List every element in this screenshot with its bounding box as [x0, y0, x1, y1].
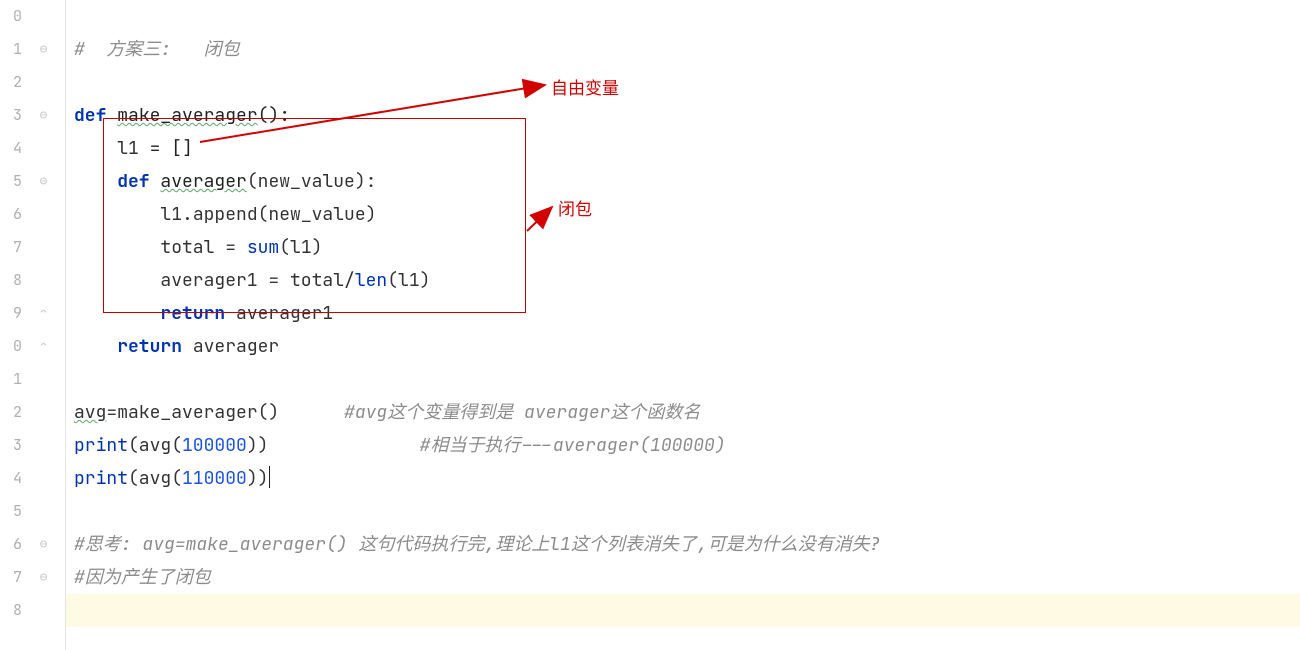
method-call: .append(new_value) — [182, 203, 376, 226]
comment-text: #因为产生了闭包 — [74, 566, 211, 589]
code-line[interactable] — [74, 363, 1300, 396]
var-name: avg — [74, 401, 106, 424]
line-number: 5 — [0, 495, 22, 528]
operator: = — [106, 401, 117, 424]
call-close: )) — [247, 434, 269, 457]
code-line[interactable]: avg=make_averager() #avg这个变量得到是 averager… — [74, 396, 1300, 429]
line-number: 6 — [0, 198, 22, 231]
comment-text: # 方案三: 闭包 — [74, 38, 240, 61]
keyword-def: def — [117, 170, 149, 193]
fold-collapse-icon[interactable]: ⊖ — [37, 537, 50, 550]
code-line[interactable] — [74, 66, 1300, 99]
var-name: averager1 — [160, 269, 257, 292]
comment-text: #avg这个变量得到是 averager这个函数名 — [344, 401, 700, 424]
operator: = — [214, 236, 246, 259]
fold-gutter: ⊖ ⊖ ⊖ ⌃ ⌃ ⊖ ⊖ — [22, 0, 66, 650]
keyword-return: return — [160, 302, 225, 325]
line-number: 7 — [0, 231, 22, 264]
comment-text: #思考: avg=make_averager() 这句代码执行完,理论上l1这个… — [74, 533, 880, 556]
code-line[interactable]: averager1 = total/len(l1) — [74, 264, 1300, 297]
line-number: 6 — [0, 528, 22, 561]
line-number-gutter: 0 1 2 3 4 5 6 7 8 9 0 1 2 3 4 5 6 7 8 — [0, 0, 22, 650]
builtin-len: len — [355, 269, 387, 292]
line-number: 8 — [0, 264, 22, 297]
fold-collapse-icon[interactable]: ⊖ — [37, 570, 50, 583]
builtin-sum: sum — [247, 236, 279, 259]
code-editor[interactable]: 0 1 2 3 4 5 6 7 8 9 0 1 2 3 4 5 6 7 8 ⊖ … — [0, 0, 1300, 650]
line-number: 1 — [0, 33, 22, 66]
line-number: 2 — [0, 396, 22, 429]
call-args: (l1) — [279, 236, 322, 259]
line-number: 4 — [0, 462, 22, 495]
fold-collapse-icon[interactable]: ⊖ — [37, 174, 50, 187]
line-number: 0 — [0, 0, 22, 33]
code-line[interactable]: #思考: avg=make_averager() 这句代码执行完,理论上l1这个… — [74, 528, 1300, 561]
fold-collapse-icon[interactable]: ⊖ — [37, 42, 50, 55]
line-number: 7 — [0, 561, 22, 594]
fold-end-icon[interactable]: ⌃ — [37, 339, 50, 352]
line-number: 3 — [0, 99, 22, 132]
var-name: l1 — [117, 137, 139, 160]
call-close: )) — [247, 467, 269, 490]
line-number: 5 — [0, 165, 22, 198]
line-number: 9 — [0, 297, 22, 330]
code-line[interactable]: def make_averager(): — [74, 99, 1300, 132]
keyword-def: def — [74, 104, 106, 127]
call-args: (l1) — [387, 269, 430, 292]
code-line[interactable]: print(avg(100000)) #相当于执行---averager(100… — [74, 429, 1300, 462]
code-line[interactable]: return averager1 — [74, 297, 1300, 330]
code-line[interactable]: def averager(new_value): — [74, 165, 1300, 198]
return-value: averager — [182, 335, 279, 358]
line-number: 0 — [0, 330, 22, 363]
operator: = total/ — [258, 269, 355, 292]
operator: = [] — [139, 137, 193, 160]
builtin-print: print — [74, 467, 128, 490]
line-number: 8 — [0, 594, 22, 627]
call-open: (avg( — [128, 434, 182, 457]
return-value: averager1 — [225, 302, 333, 325]
code-line[interactable]: l1 = [] — [74, 132, 1300, 165]
code-line[interactable] — [74, 495, 1300, 528]
line-number: 3 — [0, 429, 22, 462]
code-line[interactable]: l1.append(new_value) — [74, 198, 1300, 231]
var-name: l1 — [160, 203, 182, 226]
call-open: (avg( — [128, 467, 182, 490]
code-line[interactable]: print(avg(110000)) — [74, 462, 1300, 495]
line-number: 1 — [0, 363, 22, 396]
fold-end-icon[interactable]: ⌃ — [37, 306, 50, 319]
code-area[interactable]: # 方案三: 闭包 def make_averager(): l1 = [] d… — [66, 0, 1300, 650]
number-literal: 100000 — [182, 434, 247, 457]
function-call: make_averager() — [117, 401, 279, 424]
line-number: 2 — [0, 66, 22, 99]
code-line[interactable] — [74, 594, 1300, 627]
var-name: total — [160, 236, 214, 259]
code-line[interactable] — [74, 0, 1300, 33]
number-literal: 110000 — [182, 467, 247, 490]
comment-text: #相当于执行---averager(100000) — [420, 434, 726, 457]
code-line[interactable]: total = sum(l1) — [74, 231, 1300, 264]
keyword-return: return — [117, 335, 182, 358]
fold-collapse-icon[interactable]: ⊖ — [37, 108, 50, 121]
code-line[interactable]: #因为产生了闭包 — [74, 561, 1300, 594]
parens: (): — [258, 104, 290, 127]
param-name: new_value — [258, 170, 355, 193]
function-name: make_averager — [117, 104, 257, 127]
text-caret — [269, 466, 270, 488]
builtin-print: print — [74, 434, 128, 457]
code-line[interactable]: return averager — [74, 330, 1300, 363]
function-name: averager — [160, 170, 246, 193]
line-number: 4 — [0, 132, 22, 165]
code-line[interactable]: # 方案三: 闭包 — [74, 33, 1300, 66]
